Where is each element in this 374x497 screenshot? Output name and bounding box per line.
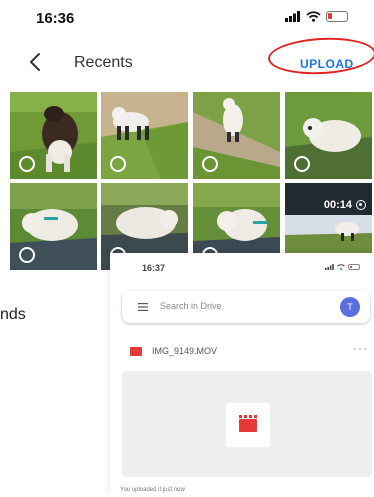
- photo-grid: 00:14: [0, 92, 374, 272]
- signal-icon: [325, 264, 334, 270]
- file-name: IMG_9149.MOV: [152, 346, 218, 356]
- back-chevron-icon[interactable]: [26, 50, 46, 74]
- select-circle[interactable]: [294, 156, 310, 172]
- file-preview[interactable]: [122, 371, 372, 477]
- battery-icon: [326, 11, 348, 22]
- battery-icon: [348, 264, 360, 270]
- menu-icon[interactable]: [138, 303, 148, 311]
- wifi-icon: [337, 264, 345, 270]
- inset-status-icons: [325, 264, 360, 270]
- upload-note: You uploaded it just now: [120, 487, 185, 493]
- more-options-icon[interactable]: ···: [353, 341, 368, 355]
- inset-status-time: 16:37: [142, 263, 166, 273]
- video-file-icon: [130, 347, 142, 356]
- video-duration-badge: 00:14: [324, 199, 366, 211]
- status-bar: 16:36: [0, 0, 374, 36]
- wifi-icon: [306, 11, 321, 22]
- status-icons: [285, 11, 348, 22]
- photo-tile-3[interactable]: [193, 92, 280, 179]
- status-time: 16:36: [36, 10, 75, 27]
- photo-tile-2[interactable]: [101, 92, 188, 179]
- search-placeholder: Search in Drive: [160, 301, 222, 311]
- select-circle[interactable]: [19, 247, 35, 263]
- page-title: Recents: [74, 54, 133, 71]
- photo-tile-5[interactable]: [10, 183, 97, 270]
- photo-tile-4[interactable]: [285, 92, 372, 179]
- avatar[interactable]: T: [340, 297, 360, 317]
- preview-tile: [226, 403, 270, 447]
- video-clapper-icon: [239, 415, 257, 432]
- signal-icon: [285, 11, 300, 22]
- drive-search-bar[interactable]: Search in Drive T: [122, 291, 370, 323]
- camera-icon: [356, 200, 366, 210]
- drive-screenshot-inset: 16:37 Search in Drive T IMG_9149.MOV ···…: [110, 253, 374, 497]
- photo-tile-1[interactable]: [10, 92, 97, 179]
- video-duration: 00:14: [323, 199, 352, 211]
- file-row[interactable]: IMG_9149.MOV ···: [122, 341, 374, 363]
- select-circle[interactable]: [19, 156, 35, 172]
- select-circle[interactable]: [110, 156, 126, 172]
- partial-text: nds: [0, 306, 26, 323]
- select-circle[interactable]: [202, 156, 218, 172]
